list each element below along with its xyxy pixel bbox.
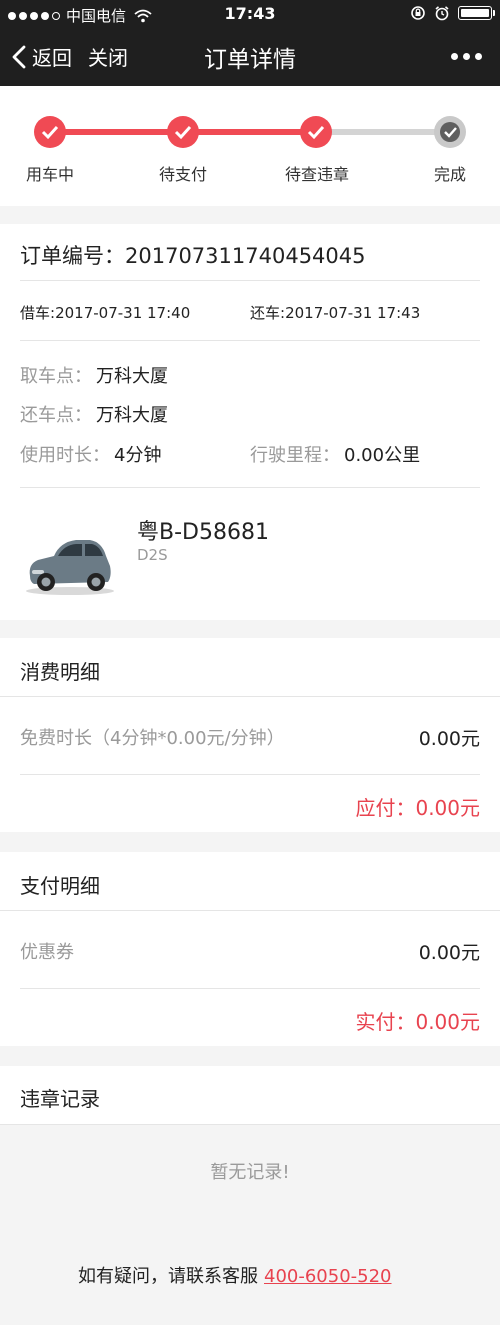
page-title: 订单详情 <box>204 47 296 73</box>
order-number-row: 订单编号：201707311740454045 <box>20 240 366 270</box>
coupon-label: 优惠券 <box>20 942 74 963</box>
car-model: D2S <box>137 546 168 564</box>
battery-icon <box>458 6 495 20</box>
return-time-row: 还车:2017-07-31 17:43 <box>250 302 420 323</box>
violation-empty-text: 暂无记录! <box>210 1162 290 1183</box>
more-dot-icon <box>475 53 482 60</box>
more-dot-icon <box>451 53 458 60</box>
mileage-value: 0.00公里 <box>344 445 421 466</box>
alarm-icon <box>435 6 449 21</box>
payable-amount: 应付：0.00元 <box>355 796 480 820</box>
pickup-label: 取车点： <box>20 366 92 387</box>
borrow-time: 2017-07-31 17:40 <box>55 304 191 322</box>
progress-track-pending <box>316 129 450 135</box>
more-button[interactable] <box>451 53 482 60</box>
payment-card: 支付明细 优惠券 0.00元 实付：0.00元 <box>0 852 500 1046</box>
car-plate: 粤B-D58681 <box>137 520 269 545</box>
check-icon <box>41 125 59 140</box>
step-using <box>34 116 66 148</box>
duration-row: 使用时长： 4分钟 <box>20 441 161 467</box>
violation-title: 违章记录 <box>20 1087 100 1111</box>
consumption-item-value: 0.00元 <box>418 728 480 750</box>
status-right <box>410 5 495 21</box>
return-time: 2017-07-31 17:43 <box>285 304 421 322</box>
violation-header: 违章记录 <box>0 1066 500 1124</box>
step-label: 用车中 <box>25 165 74 184</box>
divider <box>0 1124 500 1125</box>
divider <box>20 280 480 281</box>
divider <box>0 910 500 911</box>
borrow-time-row: 借车:2017-07-31 17:40 <box>20 302 190 323</box>
car-image <box>26 540 114 595</box>
coupon-value: 0.00元 <box>418 942 480 964</box>
paid-amount: 实付：0.00元 <box>355 1010 480 1034</box>
divider <box>20 988 480 989</box>
order-info-card: 订单编号：201707311740454045 借车:2017-07-31 17… <box>0 224 500 620</box>
dropoff-value: 万科大厦 <box>96 405 168 426</box>
consumption-title: 消费明细 <box>20 660 100 684</box>
step-label: 待支付 <box>158 165 207 184</box>
dropoff-row: 还车点： 万科大厦 <box>20 401 168 427</box>
divider <box>20 487 480 488</box>
duration-label: 使用时长： <box>20 445 110 466</box>
divider <box>20 340 480 341</box>
check-icon <box>307 125 325 140</box>
footer-text: 如有疑问，请联系客服 <box>78 1266 258 1287</box>
step-label: 待查违章 <box>284 165 349 184</box>
step-complete <box>434 116 466 148</box>
step-label: 完成 <box>433 165 466 184</box>
consumption-item-label: 免费时长（4分钟*0.00元/分钟） <box>20 728 285 749</box>
mileage-label: 行驶里程： <box>250 445 340 466</box>
order-number-label: 订单编号： <box>20 244 125 268</box>
divider <box>0 696 500 697</box>
more-dot-icon <box>463 53 470 60</box>
status-bar: 中国电信 17:43 <box>0 0 500 28</box>
payment-title: 支付明细 <box>20 874 100 898</box>
check-icon <box>444 127 457 138</box>
step-violation-check <box>300 116 332 148</box>
order-progress: 用车中 待支付 待查违章 完成 <box>0 86 500 206</box>
customer-service-phone-link[interactable]: 400-6050-520 <box>264 1266 392 1287</box>
order-number: 201707311740454045 <box>125 244 366 268</box>
rotation-lock-icon <box>411 6 425 20</box>
return-label: 还车: <box>250 304 286 322</box>
borrow-label: 借车: <box>20 304 56 322</box>
consumption-card: 消费明细 免费时长（4分钟*0.00元/分钟） 0.00元 应付：0.00元 <box>0 638 500 832</box>
pickup-row: 取车点： 万科大厦 <box>20 362 168 388</box>
footer-contact: 如有疑问，请联系客服 400-6050-520 <box>78 1262 392 1288</box>
navigation-bar: 返回 关闭 订单详情 <box>0 28 500 86</box>
dropoff-label: 还车点： <box>20 405 92 426</box>
duration-value: 4分钟 <box>114 445 162 466</box>
check-icon <box>174 125 192 140</box>
mileage-row: 行驶里程： 0.00公里 <box>250 441 420 467</box>
divider <box>20 774 480 775</box>
step-unpaid <box>167 116 199 148</box>
pickup-value: 万科大厦 <box>96 366 168 387</box>
